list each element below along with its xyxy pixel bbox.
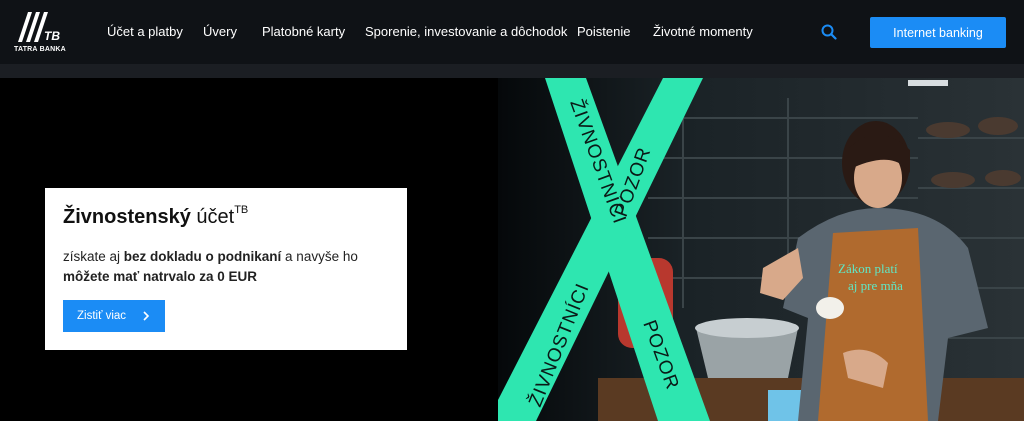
promo-title-rest: účet	[196, 206, 235, 228]
hero-banner: Zákon platí aj pre mňa ŽIVNOSTNÍCI POZOR…	[0, 78, 1024, 421]
tatra-banka-logo[interactable]: TB TATRA BANKA	[14, 8, 66, 54]
top-navigation-bar: TB TATRA BANKA Účet a platby Úvery Plato…	[0, 0, 1024, 64]
promo-title-bold: Živnostenský	[63, 206, 191, 228]
svg-text:aj pre mňa: aj pre mňa	[848, 278, 903, 293]
nav-item-ucet-a-platby[interactable]: Účet a platby	[107, 24, 183, 39]
nav-item-sporenie[interactable]: Sporenie, investovanie a dôchodok	[365, 24, 567, 39]
svg-text:Zákon platí: Zákon platí	[838, 261, 898, 276]
nav-item-uvery[interactable]: Úvery	[203, 24, 237, 39]
hero-image-baker: Zákon platí aj pre mňa ŽIVNOSTNÍCI POZOR…	[498, 78, 1024, 421]
nav-item-platobne-karty[interactable]: Platobné karty	[262, 24, 345, 39]
learn-more-label: Zistiť viac	[77, 310, 127, 322]
promo-text-part: získate aj	[63, 249, 124, 264]
promo-description: získate aj bez dokladu o podnikaní a nav…	[63, 247, 393, 287]
promo-card: Živnostenský účetTB získate aj bez dokla…	[45, 188, 407, 350]
promo-title-sup: TB	[234, 204, 249, 216]
promo-text-part: a navyše ho	[281, 249, 358, 264]
nav-item-poistenie[interactable]: Poistenie	[577, 24, 630, 39]
svg-text:TB: TB	[44, 29, 60, 43]
internet-banking-button[interactable]: Internet banking	[870, 17, 1006, 48]
nav-item-zivotne-momenty[interactable]: Životné momenty	[653, 24, 753, 39]
promo-text-bold: môžete mať natrvalo za 0 EUR	[63, 269, 258, 284]
promo-text-bold: bez dokladu o podnikaní	[123, 249, 282, 264]
promo-title: Živnostenský účetTB	[63, 204, 249, 229]
search-icon[interactable]	[821, 24, 837, 40]
logo-text: TATRA BANKA	[14, 46, 66, 53]
learn-more-button[interactable]: Zistiť viac	[63, 300, 165, 332]
logo-mark: TB	[18, 12, 60, 43]
chevron-right-icon	[143, 311, 150, 321]
header-divider-strip	[0, 64, 1024, 78]
